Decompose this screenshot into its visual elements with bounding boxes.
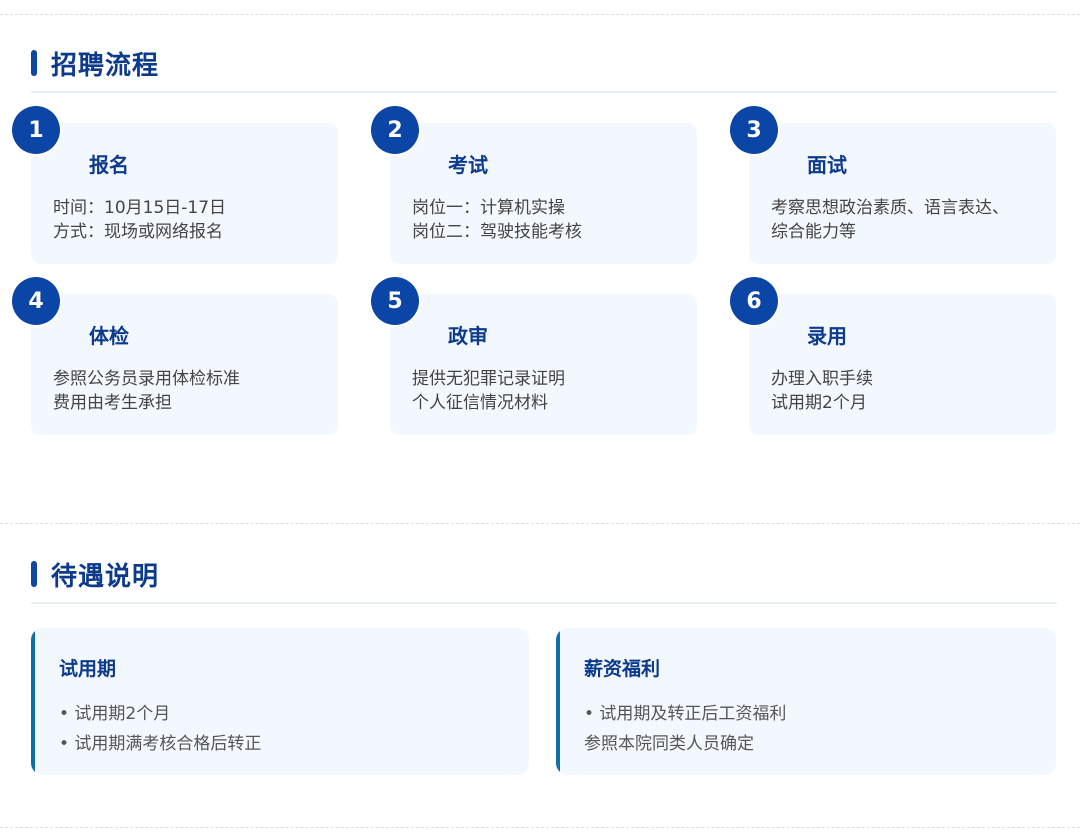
step-card-4: 体检 参照公务员录用体检标准 费用由考生承担 bbox=[31, 294, 338, 435]
top-divider bbox=[0, 14, 1080, 15]
step-description: 参照公务员录用体检标准 费用由考生承担 bbox=[53, 367, 328, 415]
benefit-card-title: 试用期 bbox=[59, 658, 117, 680]
benefit-item: • 试用期2个月 bbox=[59, 704, 171, 724]
step-number-badge: 3 bbox=[730, 106, 778, 154]
benefit-card-title: 薪资福利 bbox=[584, 658, 661, 680]
step-line: 岗位一：计算机实操 bbox=[412, 198, 565, 218]
step-number-badge: 4 bbox=[12, 277, 60, 325]
step-number-badge: 1 bbox=[12, 106, 60, 154]
step-line: 时间：10月15日-17日 bbox=[53, 198, 227, 218]
step-line: 综合能力等 bbox=[771, 222, 856, 242]
step-card-5: 政审 提供无犯罪记录证明 个人征信情况材料 bbox=[390, 294, 697, 435]
step-card-1: 报名 时间：10月15日-17日 方式：现场或网络报名 bbox=[31, 123, 338, 264]
step-description: 岗位一：计算机实操 岗位二：驾驶技能考核 bbox=[412, 196, 687, 244]
process-section-header: 招聘流程 bbox=[31, 47, 160, 81]
step-line: 试用期2个月 bbox=[771, 393, 867, 413]
step-title: 体检 bbox=[89, 324, 129, 348]
section-marker bbox=[31, 50, 37, 76]
benefit-item: • 试用期及转正后工资福利 bbox=[584, 704, 787, 724]
step-title: 面试 bbox=[807, 153, 847, 177]
step-title: 录用 bbox=[807, 324, 847, 348]
step-description: 考察思想政治素质、语言表达、 综合能力等 bbox=[771, 196, 1046, 244]
step-line: 个人征信情况材料 bbox=[412, 393, 548, 413]
benefit-card-probation: 试用期 • 试用期2个月 • 试用期满考核合格后转正 bbox=[31, 628, 529, 775]
step-line: 费用由考生承担 bbox=[53, 393, 172, 413]
step-number-badge: 6 bbox=[730, 277, 778, 325]
step-number-badge: 2 bbox=[371, 106, 419, 154]
card-accent-edge bbox=[556, 628, 560, 775]
step-description: 时间：10月15日-17日 方式：现场或网络报名 bbox=[53, 196, 328, 244]
benefits-section-title: 待遇说明 bbox=[51, 561, 160, 592]
step-line: 考察思想政治素质、语言表达、 bbox=[771, 198, 1009, 218]
process-title-underline bbox=[31, 91, 1057, 93]
step-description: 办理入职手续 试用期2个月 bbox=[771, 367, 1046, 415]
benefit-item: 参照本院同类人员确定 bbox=[584, 734, 754, 754]
benefits-title-underline bbox=[31, 602, 1057, 604]
benefits-section-header: 待遇说明 bbox=[31, 558, 160, 592]
benefit-item: • 试用期满考核合格后转正 bbox=[59, 734, 262, 754]
step-card-2: 考试 岗位一：计算机实操 岗位二：驾驶技能考核 bbox=[390, 123, 697, 264]
card-accent-edge bbox=[31, 628, 35, 775]
step-description: 提供无犯罪记录证明 个人征信情况材料 bbox=[412, 367, 687, 415]
step-number-badge: 5 bbox=[371, 277, 419, 325]
step-title: 报名 bbox=[89, 153, 129, 177]
step-line: 方式：现场或网络报名 bbox=[53, 222, 223, 242]
step-card-6: 录用 办理入职手续 试用期2个月 bbox=[749, 294, 1056, 435]
step-line: 办理入职手续 bbox=[771, 369, 873, 389]
step-title: 考试 bbox=[448, 153, 488, 177]
step-line: 提供无犯罪记录证明 bbox=[412, 369, 565, 389]
step-title: 政审 bbox=[448, 324, 488, 348]
section-marker bbox=[31, 561, 37, 587]
bottom-divider bbox=[0, 827, 1080, 828]
step-line: 参照公务员录用体检标准 bbox=[53, 369, 240, 389]
process-section-title: 招聘流程 bbox=[51, 50, 160, 81]
step-line: 岗位二：驾驶技能考核 bbox=[412, 222, 582, 242]
benefit-card-salary: 薪资福利 • 试用期及转正后工资福利 参照本院同类人员确定 bbox=[556, 628, 1056, 775]
section-divider bbox=[0, 523, 1080, 524]
step-card-3: 面试 考察思想政治素质、语言表达、 综合能力等 bbox=[749, 123, 1056, 264]
